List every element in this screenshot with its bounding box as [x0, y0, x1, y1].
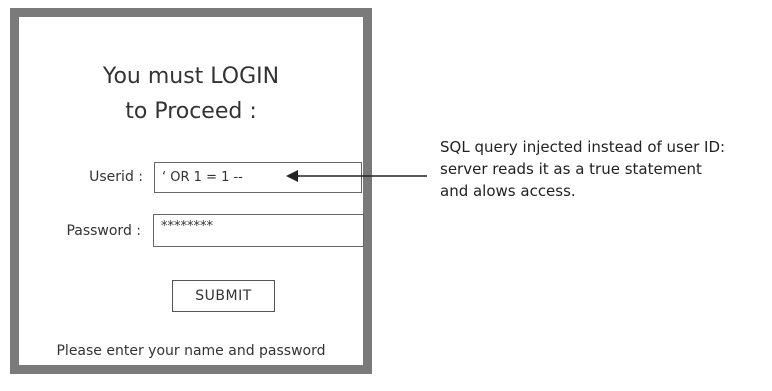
annotation-line-3: and alows access.	[440, 182, 576, 200]
password-input[interactable]: ********	[153, 214, 364, 247]
password-label: Password :	[66, 223, 141, 239]
login-title: You must LOGIN to Proceed :	[102, 64, 280, 124]
login-form-panel: You must LOGIN to Proceed : Userid : ‘ O…	[19, 17, 364, 365]
userid-label: Userid :	[89, 169, 143, 185]
userid-input[interactable]: ‘ OR 1 = 1 --	[154, 162, 362, 193]
annotation-line-2: server reads it as a true statement	[440, 160, 702, 178]
submit-button[interactable]: SUBMIT	[172, 280, 275, 312]
login-hint: Please enter your name and password	[56, 343, 326, 359]
annotation-line-1: SQL query injected instead of user ID:	[440, 138, 726, 156]
annotation-note: SQL query injected instead of user ID: s…	[440, 136, 770, 202]
